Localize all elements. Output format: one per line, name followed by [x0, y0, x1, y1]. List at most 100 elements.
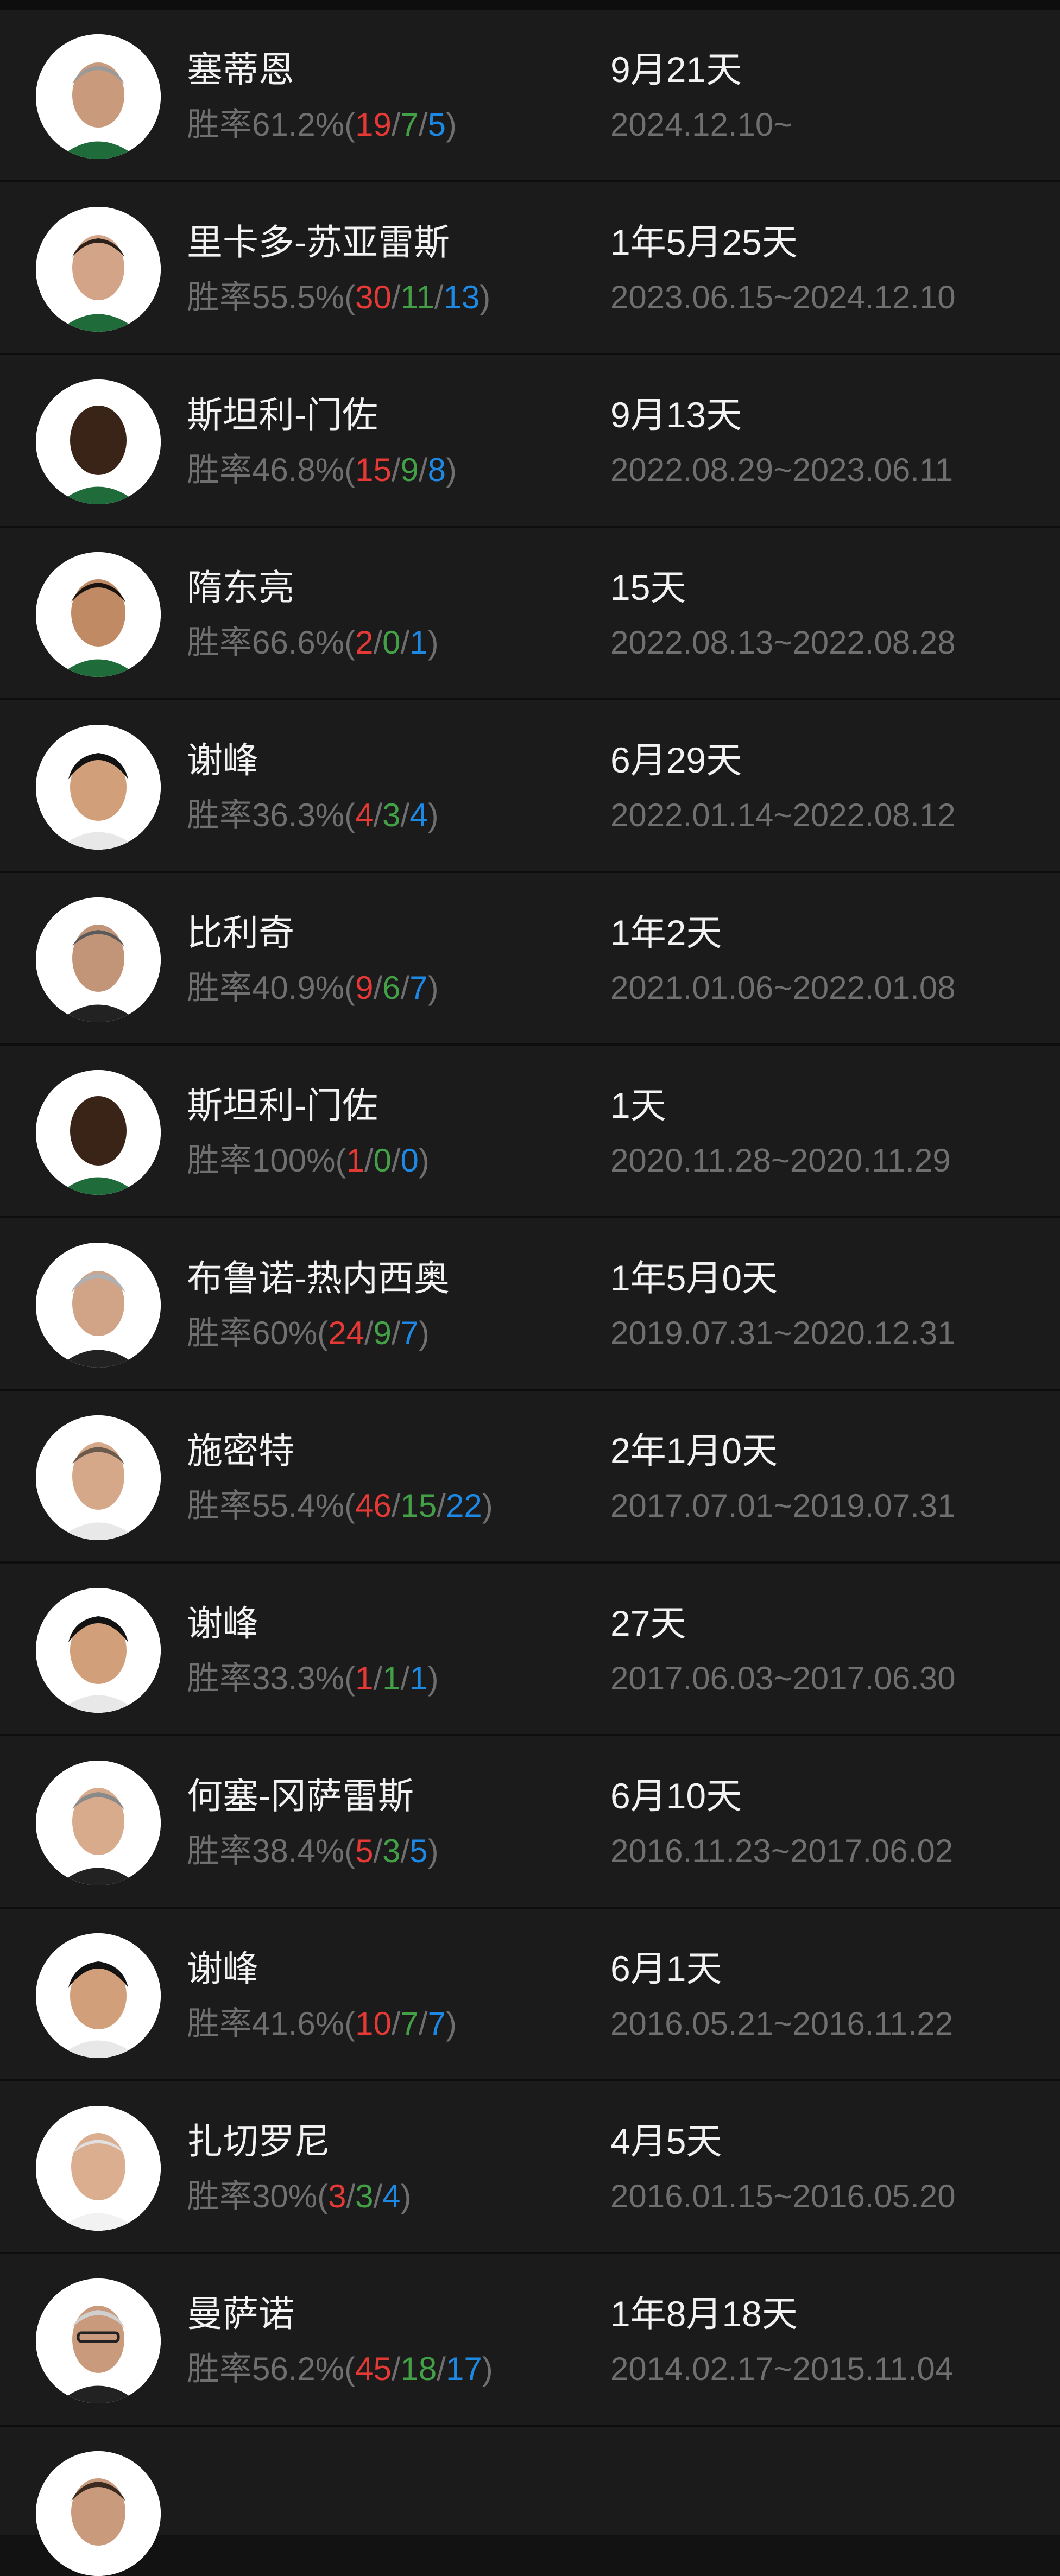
- coach-record: 胜率36.3%(4/3/4): [187, 797, 439, 833]
- coach-row[interactable]: 扎切罗尼 胜率30%(3/3/4) 4月5天 2016.01.15~2016.0…: [0, 2081, 1060, 2254]
- coach-name: 谢峰: [187, 1603, 258, 1643]
- coach-row[interactable]: 何塞-冈萨雷斯 胜率38.4%(5/3/5) 6月10天 2016.11.23~…: [0, 1736, 1060, 1909]
- coach-row[interactable]: 谢峰 胜率33.3%(1/1/1) 27天 2017.06.03~2017.06…: [0, 1564, 1060, 1736]
- tenure-period: 2022.08.29~2023.06.11: [610, 452, 954, 488]
- win-rate: 胜率46.8%: [187, 452, 345, 488]
- draws-count: 18: [400, 2351, 437, 2387]
- coach-row[interactable]: 谢峰 胜率41.6%(10/7/7) 6月1天 2016.05.21~2016.…: [0, 1909, 1060, 2081]
- coach-record: 胜率61.2%(19/7/5): [187, 106, 457, 143]
- win-rate: 胜率36.3%: [187, 797, 345, 833]
- coach-row[interactable]: 里卡多-苏亚雷斯 胜率55.5%(30/11/13) 1年5月25天 2023.…: [0, 182, 1060, 355]
- tenure-duration: 4月5天: [610, 2121, 722, 2161]
- win-rate: 胜率61.2%: [187, 106, 345, 143]
- coach-portrait-icon: [36, 2451, 161, 2576]
- wins-count: 46: [355, 1488, 392, 1524]
- coach-portrait-icon: [36, 1588, 161, 1713]
- coach-row[interactable]: 比利奇 胜率40.9%(9/6/7) 1年2天 2021.01.06~2022.…: [0, 873, 1060, 1046]
- coach-name: 施密特: [187, 1431, 294, 1471]
- coach-name: 斯坦利-门佐: [187, 1085, 378, 1125]
- losses-count: 1: [409, 1660, 428, 1697]
- coach-row[interactable]: 隋东亮 胜率66.6%(2/0/1) 15天 2022.08.13~2022.0…: [0, 528, 1060, 700]
- tenure-duration: 1年8月18天: [610, 2294, 798, 2334]
- tenure-period: 2024.12.10~: [610, 106, 793, 143]
- coach-name: 斯坦利-门佐: [187, 395, 378, 435]
- draws-count: 1: [382, 1660, 401, 1697]
- coach-row[interactable]: 布鲁诺-热内西奥 胜率60%(24/9/7) 1年5月0天 2019.07.31…: [0, 1218, 1060, 1391]
- coach-row[interactable]: 谢峰 胜率36.3%(4/3/4) 6月29天 2022.01.14~2022.…: [0, 700, 1060, 873]
- status-bar-edge: [0, 0, 1060, 10]
- tenure-duration: 1年5月25天: [610, 222, 798, 262]
- tenure-period: 2016.01.15~2016.05.20: [610, 2178, 956, 2214]
- wins-count: 24: [328, 1315, 364, 1351]
- coach-portrait-icon: [36, 725, 161, 850]
- coach-portrait-icon: [36, 897, 161, 1022]
- win-rate: 胜率55.5%: [187, 279, 345, 315]
- coach-record: 胜率33.3%(1/1/1): [187, 1660, 439, 1697]
- coach-record: 胜率56.2%(45/18/17): [187, 2351, 493, 2387]
- coach-avatar: [36, 552, 161, 677]
- win-rate: 胜率60%: [187, 1315, 318, 1351]
- draws-count: 15: [400, 1488, 437, 1524]
- coach-portrait-icon: [36, 1933, 161, 2058]
- coach-avatar: [36, 1070, 161, 1195]
- losses-count: 7: [427, 2005, 446, 2042]
- tenure-duration: 2年1月0天: [610, 1431, 778, 1471]
- draws-count: 11: [400, 279, 434, 315]
- coach-record: 胜率55.4%(46/15/22): [187, 1488, 493, 1524]
- losses-count: 1: [409, 624, 428, 661]
- tenure-period: 2022.01.14~2022.08.12: [610, 797, 956, 833]
- coach-name: 何塞-冈萨雷斯: [187, 1776, 414, 1816]
- tenure-period: 2016.11.23~2017.06.02: [610, 1833, 954, 1869]
- coach-row-partial[interactable]: [0, 2427, 1060, 2576]
- coach-avatar: [36, 207, 161, 332]
- coach-record: 胜率30%(3/3/4): [187, 2178, 412, 2214]
- losses-count: 13: [443, 279, 480, 315]
- coach-avatar: [36, 34, 161, 159]
- losses-count: 22: [445, 1488, 482, 1524]
- losses-count: 17: [445, 2351, 482, 2387]
- wins-count: 30: [355, 279, 392, 315]
- win-rate: 胜率41.6%: [187, 2005, 345, 2042]
- coach-portrait-icon: [36, 207, 161, 332]
- losses-count: 8: [427, 452, 446, 488]
- win-rate: 胜率100%: [187, 1142, 336, 1179]
- tenure-period: 2020.11.28~2020.11.29: [610, 1142, 951, 1179]
- coach-avatar: [36, 1588, 161, 1713]
- coach-avatar: [36, 725, 161, 850]
- tenure-duration: 1天: [610, 1085, 666, 1125]
- coach-record: 胜率40.9%(9/6/7): [187, 970, 439, 1006]
- coach-row[interactable]: 塞蒂恩 胜率61.2%(19/7/5) 9月21天 2024.12.10~: [0, 10, 1060, 182]
- losses-count: 7: [400, 1315, 419, 1351]
- coach-row[interactable]: 斯坦利-门佐 胜率46.8%(15/9/8) 9月13天 2022.08.29~…: [0, 355, 1060, 528]
- win-rate: 胜率40.9%: [187, 970, 345, 1006]
- tenure-duration: 6月10天: [610, 1776, 742, 1816]
- coach-portrait-icon: [36, 1070, 161, 1195]
- wins-count: 4: [355, 797, 374, 833]
- coach-name: 比利奇: [187, 913, 294, 953]
- tenure-period: 2022.08.13~2022.08.28: [610, 624, 956, 661]
- coach-row[interactable]: 曼萨诺 胜率56.2%(45/18/17) 1年8月18天 2014.02.17…: [0, 2254, 1060, 2427]
- win-rate: 胜率55.4%: [187, 1488, 345, 1524]
- draws-count: 6: [382, 970, 401, 1006]
- coach-avatar: [36, 2278, 161, 2403]
- coach-portrait-icon: [36, 379, 161, 504]
- coach-history-list: 塞蒂恩 胜率61.2%(19/7/5) 9月21天 2024.12.10~ 里卡…: [0, 10, 1060, 2576]
- coach-name: 隋东亮: [187, 567, 294, 607]
- coach-name: 谢峰: [187, 740, 258, 780]
- tenure-period: 2021.01.06~2022.01.08: [610, 970, 956, 1006]
- tenure-duration: 6月1天: [610, 1948, 722, 1989]
- tenure-duration: 1年5月0天: [610, 1258, 778, 1298]
- tenure-period: 2023.06.15~2024.12.10: [610, 279, 956, 315]
- wins-count: 9: [355, 970, 374, 1006]
- draws-count: 7: [400, 106, 419, 143]
- coach-name: 扎切罗尼: [187, 2121, 330, 2161]
- wins-count: 45: [355, 2351, 392, 2387]
- tenure-period: 2017.06.03~2017.06.30: [610, 1660, 956, 1697]
- coach-row[interactable]: 斯坦利-门佐 胜率100%(1/0/0) 1天 2020.11.28~2020.…: [0, 1046, 1060, 1218]
- coach-portrait-icon: [36, 2106, 161, 2231]
- coach-row[interactable]: 施密特 胜率55.4%(46/15/22) 2年1月0天 2017.07.01~…: [0, 1391, 1060, 1564]
- coach-record: 胜率55.5%(30/11/13): [187, 279, 491, 315]
- coach-avatar: [36, 1243, 161, 1368]
- wins-count: 2: [355, 624, 374, 661]
- tenure-period: 2019.07.31~2020.12.31: [610, 1315, 956, 1351]
